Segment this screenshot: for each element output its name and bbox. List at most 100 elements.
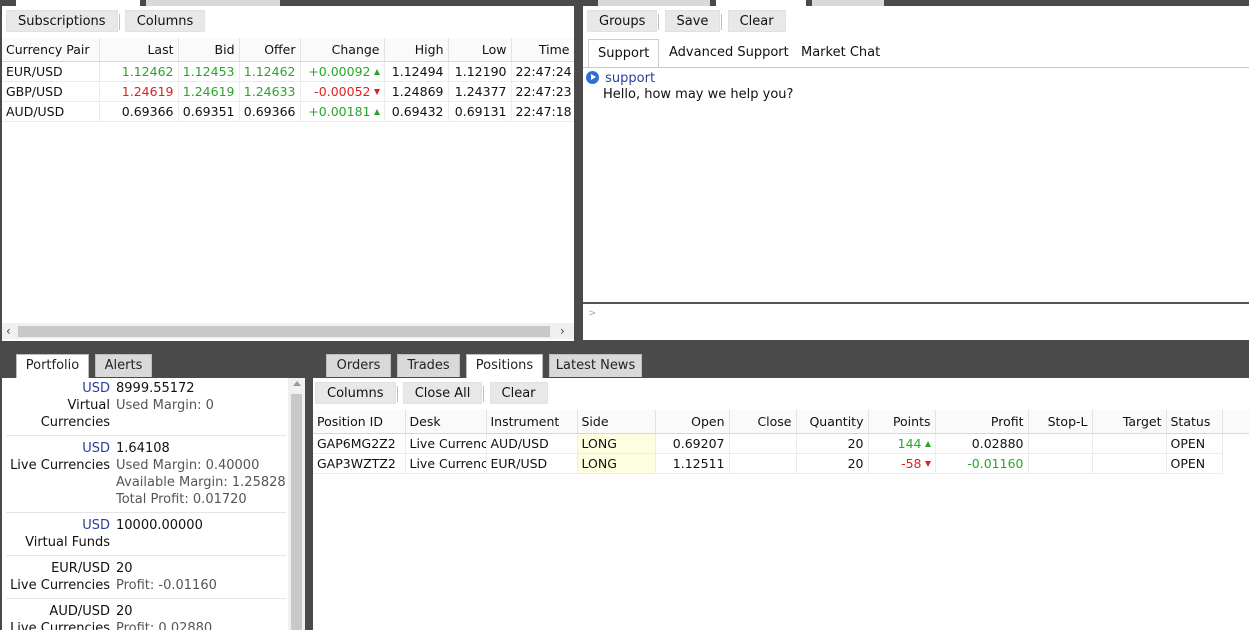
- list-item[interactable]: AUD/USD Live Currencies 20 Profit: 0.02880: [6, 599, 286, 630]
- balance: 8999.55172: [116, 381, 195, 396]
- col-filler: [1222, 410, 1249, 434]
- list-item[interactable]: USD Virtual Currencies 8999.55172 Used Mar…: [6, 378, 286, 436]
- col-target[interactable]: Target: [1092, 410, 1167, 434]
- clear-button[interactable]: Clear: [727, 10, 786, 32]
- tab-advanced-support[interactable]: Advanced Support: [669, 39, 789, 67]
- arrow-up-icon: [373, 69, 380, 75]
- account-currency: USD: [82, 441, 110, 456]
- available-margin: Available Margin: 1.25828: [116, 475, 286, 490]
- last-cell: 0.69366: [99, 101, 179, 122]
- bid-cell: 0.69351: [178, 101, 240, 122]
- toolbar-separator: [118, 13, 120, 30]
- col-open[interactable]: Open: [655, 410, 730, 434]
- col-quantity[interactable]: Quantity: [796, 410, 869, 434]
- rates-toolbar: Subscriptions Columns: [6, 10, 206, 34]
- subscriptions-button[interactable]: Subscriptions: [6, 10, 118, 32]
- col-position-id[interactable]: Position ID: [313, 410, 406, 434]
- rates-table: Currency Pair Last Bid Offer Change High…: [2, 38, 574, 122]
- offer-cell: 1.24633: [239, 81, 301, 102]
- quantity: 20: [116, 604, 133, 619]
- col-status[interactable]: Status: [1166, 410, 1223, 434]
- horizontal-scrollbar[interactable]: ‹ ›: [2, 323, 574, 339]
- list-item[interactable]: USD Virtual Funds 10000.00000: [6, 513, 286, 556]
- col-bid[interactable]: Bid: [178, 38, 240, 62]
- col-profit[interactable]: Profit: [935, 410, 1029, 434]
- scroll-right-icon[interactable]: ›: [560, 323, 565, 339]
- col-side[interactable]: Side: [577, 410, 656, 434]
- table-row[interactable]: GAP3WZTZ2 Live Currencies EUR/USD LONG 1…: [313, 453, 1249, 474]
- filler-cell: [1222, 433, 1249, 453]
- profit: Profit: 0.02880: [116, 621, 213, 630]
- position-id-cell: GAP3WZTZ2: [313, 453, 406, 474]
- portfolio-label: USD Virtual Funds: [6, 517, 116, 551]
- groups-button[interactable]: Groups: [587, 10, 658, 32]
- col-offer[interactable]: Offer: [239, 38, 301, 62]
- quantity-cell: 20: [796, 453, 869, 474]
- position-instrument: EUR/USD: [51, 561, 110, 576]
- points-cell: -58: [868, 453, 936, 474]
- col-points[interactable]: Points: [868, 410, 936, 434]
- rates-header-row: Currency Pair Last Bid Offer Change High…: [2, 38, 574, 62]
- tab-alerts[interactable]: Alerts: [95, 354, 152, 377]
- vertical-scrollbar[interactable]: [288, 378, 305, 630]
- col-desk[interactable]: Desk: [405, 410, 487, 434]
- col-last[interactable]: Last: [99, 38, 179, 62]
- save-button[interactable]: Save: [664, 10, 721, 32]
- scroll-left-icon[interactable]: ‹: [6, 323, 11, 339]
- col-high[interactable]: High: [384, 38, 449, 62]
- tab-market-chat[interactable]: Market Chat: [801, 39, 880, 67]
- columns-button[interactable]: Columns: [124, 10, 206, 32]
- list-item[interactable]: EUR/USD Live Currencies 20 Profit: -0.0116…: [6, 556, 286, 599]
- target-cell: [1092, 433, 1167, 454]
- tab-trades[interactable]: Trades: [397, 354, 460, 377]
- desk-cell: Live Currencies: [405, 453, 487, 474]
- tab-support[interactable]: Support: [588, 39, 660, 67]
- tab-positions[interactable]: Positions: [466, 354, 543, 378]
- scrollbar-thumb[interactable]: [18, 326, 550, 337]
- points-cell: 144: [868, 433, 936, 454]
- table-row[interactable]: AUD/USD 0.69366 0.69351 0.69366 +0.00181…: [2, 101, 574, 122]
- points-value: -58: [901, 455, 922, 471]
- used-margin: Used Margin: 0.40000: [116, 458, 260, 473]
- col-change[interactable]: Change: [300, 38, 385, 62]
- side-cell: LONG: [577, 433, 656, 454]
- col-time[interactable]: Time: [511, 38, 574, 62]
- chat-input[interactable]: >: [583, 304, 1249, 340]
- quantity-cell: 20: [796, 433, 869, 454]
- list-item[interactable]: USD Live Currencies 1.64108 Used Margin: 0…: [6, 436, 286, 513]
- table-row[interactable]: GBP/USD 1.24619 1.24619 1.24633 -0.00052…: [2, 81, 574, 102]
- toolbar-separator: [396, 385, 398, 402]
- account-type: Live Currencies: [10, 578, 110, 593]
- low-cell: 1.12190: [448, 61, 512, 82]
- col-instrument[interactable]: Instrument: [486, 410, 578, 434]
- tab-latest-news[interactable]: Latest News: [549, 354, 642, 377]
- close-all-button[interactable]: Close All: [402, 382, 483, 404]
- col-stop-loss[interactable]: Stop-L: [1028, 410, 1093, 434]
- table-row[interactable]: EUR/USD 1.12462 1.12453 1.12462 +0.00092…: [2, 61, 574, 82]
- profit: Profit: -0.01160: [116, 578, 217, 593]
- chat-panel: Groups Save Clear Support Advanced Suppo…: [583, 6, 1249, 340]
- change-value: +0.00181: [308, 103, 371, 119]
- open-cell: 0.69207: [655, 433, 730, 454]
- portfolio-values: 8999.55172 Used Margin: 0: [116, 380, 286, 431]
- col-close[interactable]: Close: [729, 410, 797, 434]
- col-low[interactable]: Low: [448, 38, 512, 62]
- columns-button[interactable]: Columns: [315, 382, 396, 404]
- scroll-up-icon[interactable]: [293, 381, 301, 386]
- chat-sender[interactable]: support: [605, 71, 655, 86]
- left-tabbar: Portfolio Alerts: [0, 345, 308, 378]
- change-cell: +0.00181: [300, 101, 385, 122]
- position-instrument: AUD/USD: [49, 604, 110, 619]
- positions-table: Position ID Desk Instrument Side Open Cl…: [313, 410, 1249, 474]
- tab-orders[interactable]: Orders: [326, 354, 391, 377]
- toolbar-separator: [483, 385, 485, 402]
- change-value: +0.00092: [308, 63, 371, 79]
- clear-button[interactable]: Clear: [489, 382, 548, 404]
- desk-cell: Live Currencies: [405, 433, 487, 454]
- scrollbar-thumb[interactable]: [291, 394, 302, 630]
- table-row[interactable]: GAP6MG2Z2 Live Currencies AUD/USD LONG 0…: [313, 433, 1249, 454]
- col-currency-pair[interactable]: Currency Pair: [2, 38, 100, 62]
- open-cell: 1.12511: [655, 453, 730, 474]
- tab-portfolio[interactable]: Portfolio: [16, 354, 89, 378]
- account-currency: USD: [82, 381, 110, 396]
